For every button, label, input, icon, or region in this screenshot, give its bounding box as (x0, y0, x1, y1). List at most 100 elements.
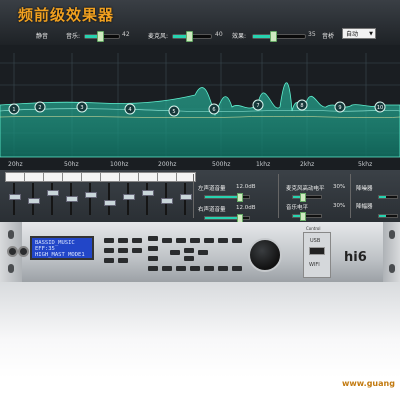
mixer-channel (23, 172, 44, 216)
right-volume-label: 右声道音量 (198, 207, 226, 213)
mixer-panel: 左声道音量 12.0dB 右声道音量 12.0dB 麦克风高动电平 30% 音乐… (0, 170, 400, 223)
channel-fader-handle[interactable] (66, 196, 78, 202)
eq-graph[interactable]: 1 2 3 4 5 6 7 8 9 10 (0, 45, 400, 170)
mic-slider[interactable] (172, 31, 212, 42)
hardware-button (162, 238, 172, 243)
wifi-label: WIFI (309, 262, 320, 268)
lcd-line-2: HIGH_MAST MODE1 (35, 252, 85, 258)
music-level-slider[interactable] (292, 212, 322, 221)
music-label: 音乐: (66, 33, 81, 40)
lcd-line-1: BASSID_MUSIC EFF:35 (35, 240, 75, 252)
music-slider-handle[interactable] (97, 31, 104, 42)
channel-value-box[interactable] (157, 172, 177, 182)
music-level-value: 30% (333, 203, 346, 209)
music-slider[interactable] (84, 31, 120, 42)
hardware-button (132, 248, 142, 253)
channel-fader-handle[interactable] (161, 198, 173, 204)
mixer-channel (42, 172, 63, 216)
channel-value-box[interactable] (138, 172, 158, 182)
channel-fader-handle[interactable] (104, 200, 116, 206)
noise-gate-label: 降噪器 (356, 186, 373, 192)
channel-fader-handle[interactable] (180, 194, 192, 200)
mic-level-handle[interactable] (300, 193, 306, 202)
hardware-button (148, 266, 158, 271)
channel-fader-handle[interactable] (85, 192, 97, 198)
noise-gate-slider[interactable] (378, 195, 398, 199)
hardware-button (218, 266, 228, 271)
hardware-button (198, 250, 208, 255)
control-label: Control (306, 226, 321, 231)
eq-band-node-label: 8 (300, 103, 303, 109)
hardware-button (148, 246, 158, 251)
mute-button[interactable]: 静音 (36, 31, 48, 40)
eq-band-node-label: 6 (212, 107, 215, 113)
channel-value-box[interactable] (62, 172, 82, 182)
channel-fader-handle[interactable] (47, 190, 59, 196)
hardware-button (162, 266, 172, 271)
channel-fader-track[interactable] (146, 183, 148, 215)
effect-label: 效果: (232, 33, 247, 40)
hardware-button (184, 256, 194, 261)
left-volume-handle[interactable] (237, 193, 243, 202)
eq-band-node-label: 2 (38, 105, 41, 111)
mode-dropdown[interactable]: 自动 ▼ (342, 28, 376, 39)
freq-label: 2khz (300, 161, 315, 168)
effect-value: 35 (308, 31, 316, 38)
mic-level-value: 30% (333, 184, 346, 190)
eq-band-node-label: 10 (377, 105, 383, 111)
music-level-handle[interactable] (300, 212, 306, 221)
hardware-button (118, 248, 128, 253)
mic-level-slider[interactable] (292, 193, 322, 202)
divider (350, 174, 351, 218)
freq-label: 20hz (8, 161, 23, 168)
channel-fader-handle[interactable] (9, 194, 21, 200)
channel-fader-track[interactable] (89, 183, 91, 215)
channel-fader-track[interactable] (51, 183, 53, 215)
freq-label: 50hz (64, 161, 79, 168)
hardware-button (190, 266, 200, 271)
hardware-button (118, 238, 128, 243)
mic-level-label: 麦克风高动电平 (286, 186, 325, 192)
watermark-text: www.guang (342, 379, 395, 388)
left-volume-slider[interactable] (204, 193, 250, 202)
hardware-button (104, 238, 114, 243)
right-volume-value: 12.0dB (236, 205, 256, 211)
eq-band-node-label: 5 (172, 109, 175, 115)
channel-value-box[interactable] (119, 172, 139, 182)
channel-fader-handle[interactable] (28, 198, 40, 204)
eq-band-node-label: 3 (80, 105, 83, 111)
mic-slider-handle[interactable] (186, 31, 193, 42)
channel-value-box[interactable] (81, 172, 101, 182)
rack-hole (389, 230, 395, 239)
eq-band-node-label: 1 (12, 107, 15, 113)
channel-value-box[interactable] (100, 172, 120, 182)
limiter-slider[interactable] (378, 214, 398, 218)
usb-port (309, 247, 325, 255)
brand-logo: hi6 (344, 250, 367, 265)
hardware-button (176, 266, 186, 271)
eq-graph-panel: 1 2 3 4 5 6 7 8 9 10 20hz 50hz 100hz 200hz 500hz … (0, 45, 400, 170)
hardware-button (190, 238, 200, 243)
mixer-channel (61, 172, 82, 216)
bridge-button[interactable]: 音桥 (322, 31, 334, 40)
hardware-button (104, 258, 114, 263)
channel-fader-track[interactable] (108, 183, 110, 215)
mixer-channel (137, 172, 158, 216)
mic-jack-2 (18, 246, 29, 257)
mixer-channel (4, 172, 25, 216)
channel-fader-handle[interactable] (142, 190, 154, 196)
hardware-button (218, 238, 228, 243)
channel-value-box[interactable] (24, 172, 44, 182)
channel-fader-handle[interactable] (123, 194, 135, 200)
effect-slider-handle[interactable] (270, 31, 277, 42)
channel-value-box[interactable] (43, 172, 63, 182)
hardware-button (204, 266, 214, 271)
app-title: 频前级效果器 (18, 6, 115, 24)
hardware-button (232, 238, 242, 243)
left-volume-label: 左声道音量 (198, 186, 226, 192)
right-volume-slider[interactable] (204, 214, 250, 223)
mixer-channel (80, 172, 101, 216)
channel-value-box[interactable] (5, 172, 25, 182)
mode-dropdown-value: 自动 (346, 31, 359, 38)
effect-slider[interactable] (252, 31, 306, 42)
